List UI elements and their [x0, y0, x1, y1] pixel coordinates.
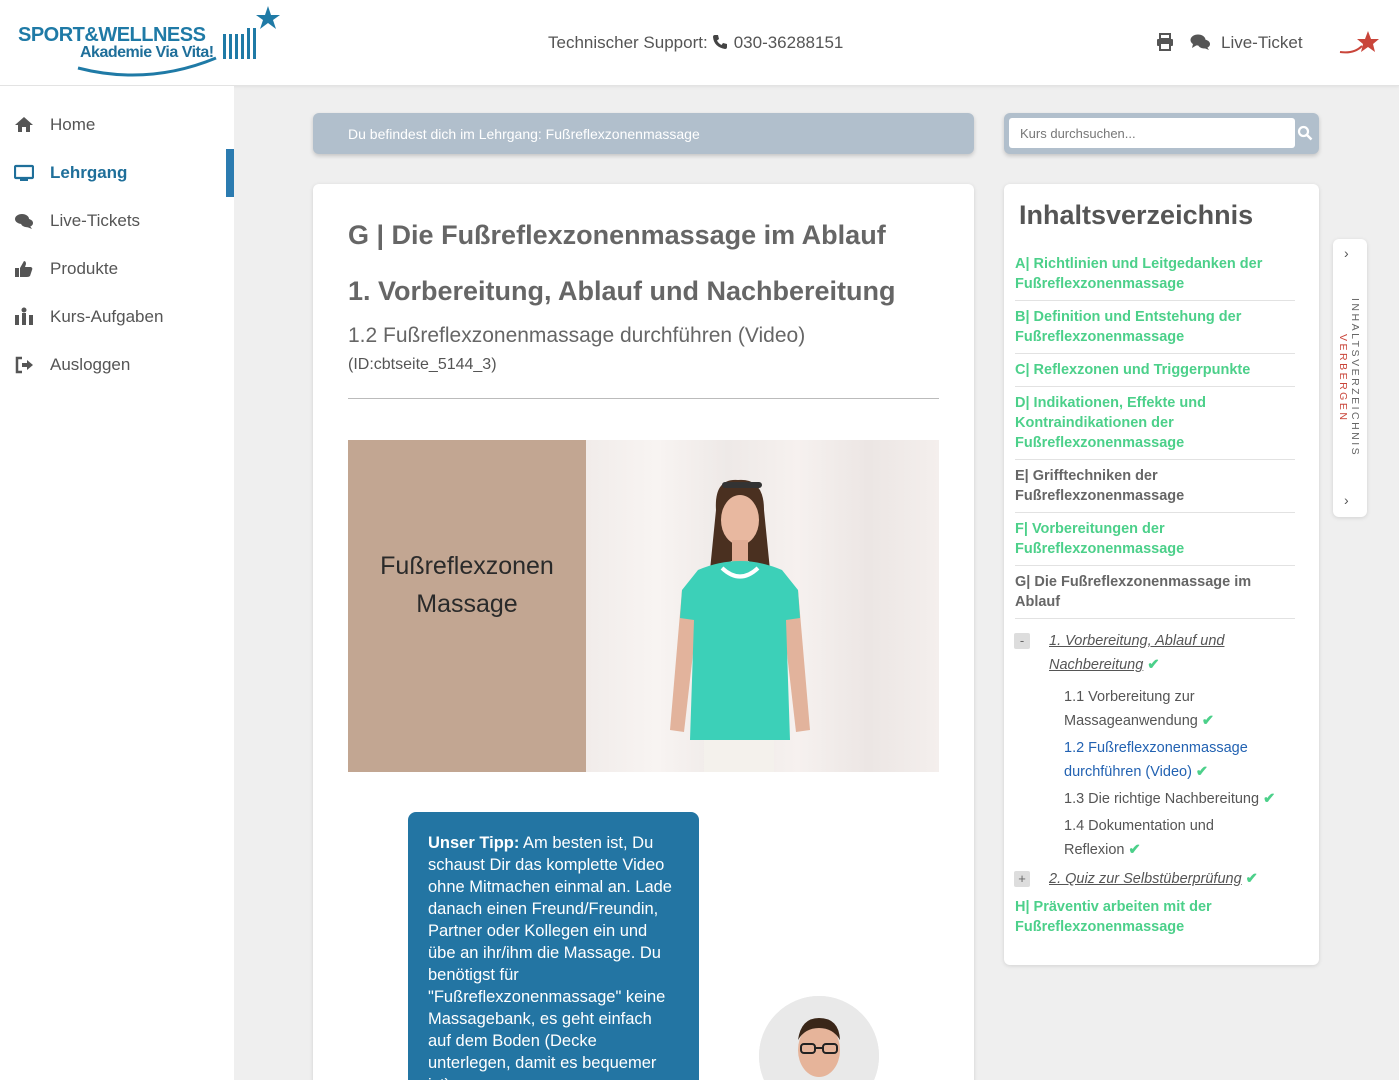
section-title: 1. Vorbereitung, Ablauf und Nachbereitun…	[348, 276, 896, 306]
chevron-right-icon[interactable]: ›	[1344, 245, 1356, 261]
toc-page-1-2[interactable]: 1.2 Fußreflexzonenmassage durchführen (V…	[1064, 736, 1269, 784]
toc-page-1-1[interactable]: 1.1 Vorbereitung zur Massageanwendung ✔	[1064, 685, 1264, 733]
hide-label[interactable]: VERBERGEN	[1337, 334, 1349, 422]
instructor-figure	[670, 479, 810, 772]
collapse-toggle[interactable]: -	[1014, 633, 1030, 649]
toc-section-1[interactable]: 1. Vorbereitung, Ablauf und Nachbereitun…	[1049, 629, 1249, 677]
live-ticket-link[interactable]: Live-Ticket	[1221, 33, 1303, 53]
tip-text: Am besten ist, Du schaust Dir das komple…	[428, 834, 672, 1080]
sign-out-icon	[15, 356, 33, 374]
sidebar-item-ausloggen[interactable]: Ausloggen	[0, 341, 234, 389]
toc-page-1-3[interactable]: 1.3 Die richtige Nachbereitung ✔	[1064, 787, 1304, 811]
sidebar-item-label: Produkte	[50, 259, 119, 278]
sidebar-item-kurs-aufgaben[interactable]: Kurs-Aufgaben	[0, 293, 234, 341]
toc-title: Inhaltsverzeichnis	[1019, 200, 1254, 230]
video-title-line-2: Massage	[416, 590, 518, 618]
toc-divider	[1015, 300, 1295, 301]
video-player[interactable]: Fußreflexzonen Massage	[348, 440, 939, 772]
support-label: Technischer Support:	[548, 33, 708, 52]
toc-section-label[interactable]: 2. Quiz zur Selbstüberprüfung	[1049, 871, 1242, 887]
thumbs-up-icon	[15, 261, 33, 277]
page-id: (ID:cbtseite_5144_3)	[348, 356, 497, 373]
toc-chapter-f[interactable]: F| Vorbereitungen der Fußreflexzonenmass…	[1015, 519, 1295, 559]
toc-section-2[interactable]: 2. Quiz zur Selbstüberprüfung ✔	[1049, 867, 1299, 891]
toc-chapter-e[interactable]: E| Grifftechniken der Fußreflexzonenmass…	[1015, 466, 1295, 506]
toc-chapter-c[interactable]: C| Reflexzonen und Triggerpunkte	[1015, 360, 1295, 380]
breadcrumb: Du befindest dich im Lehrgang: Fußreflex…	[313, 113, 974, 154]
logo-graphic	[77, 6, 280, 77]
support-phone[interactable]: 030-36288151	[734, 33, 844, 52]
sidebar-item-produkte[interactable]: Produkte	[0, 245, 234, 293]
toc-page-label: 1.2 Fußreflexzonenmassage durchführen (V…	[1064, 740, 1248, 780]
toc-chapter-g[interactable]: G| Die Fußreflexzonenmassage im Ablauf	[1015, 572, 1295, 612]
chapter-title: G | Die Fußreflexzonenmassage im Ablauf	[348, 220, 886, 250]
toc-divider	[1015, 459, 1295, 460]
toc-chapter-d[interactable]: D| Indikationen, Effekte und Kontraindik…	[1015, 393, 1295, 453]
technical-support: Technischer Support: 030-36288151	[548, 33, 843, 53]
toc-divider	[1015, 386, 1295, 387]
sidebar: Home Lehrgang Live-Tickets Produkte Kurs…	[0, 86, 234, 1080]
sidebar-item-live-tickets[interactable]: Live-Tickets	[0, 197, 234, 245]
video-frame	[586, 440, 939, 772]
tasks-icon	[15, 307, 33, 325]
toc-chapter-b[interactable]: B| Definition und Entstehung der Fußrefl…	[1015, 307, 1295, 347]
comments-icon	[15, 214, 33, 229]
course-search	[1004, 113, 1319, 154]
comments-icon[interactable]	[1190, 33, 1211, 51]
tip-bubble: Unser Tipp: Am besten ist, Du schaust Di…	[408, 812, 699, 1080]
check-icon: ✔	[1195, 764, 1209, 780]
check-icon: ✔	[1128, 842, 1141, 858]
sidebar-item-label: Lehrgang	[50, 163, 128, 182]
sidebar-item-label: Kurs-Aufgaben	[50, 307, 164, 326]
toc-toggle-text: INHALTSVERZEICHNIS	[1349, 298, 1361, 458]
toc-section-label[interactable]: 1. Vorbereitung, Ablauf und Nachbereitun…	[1049, 633, 1224, 673]
sidebar-item-home[interactable]: Home	[0, 101, 234, 149]
check-icon: ✔	[1147, 657, 1160, 673]
divider	[348, 398, 939, 399]
check-icon: ✔	[1201, 713, 1214, 729]
avatar	[759, 996, 879, 1080]
tip-label: Unser Tipp:	[428, 834, 520, 852]
toc-divider	[1015, 512, 1295, 513]
video-title-line-1: Fußreflexzonen	[380, 552, 554, 580]
avatar-portrait	[759, 996, 879, 1080]
search-icon[interactable]	[1297, 125, 1313, 141]
chevron-right-icon[interactable]: ›	[1344, 492, 1356, 508]
monitor-icon	[14, 164, 34, 181]
logo[interactable]: SPORT&WELLNESS Akademie Via Vita!	[18, 6, 288, 81]
top-header: SPORT&WELLNESS Akademie Via Vita! Techni…	[0, 0, 1399, 86]
toc-toggle-label: INHALTSVERZEICHNIS VERBERGEN	[1337, 269, 1361, 487]
breadcrumb-text: Du befindest dich im Lehrgang: Fußreflex…	[348, 126, 700, 142]
expand-toggle[interactable]: +	[1014, 871, 1030, 887]
home-icon	[15, 117, 33, 132]
page-title: 1.2 Fußreflexzonenmassage durchführen (V…	[348, 324, 806, 347]
sidebar-item-label: Home	[50, 115, 96, 134]
sidebar-item-lehrgang[interactable]: Lehrgang	[0, 149, 234, 197]
toc-divider	[1015, 565, 1295, 566]
toc-divider	[1015, 618, 1295, 619]
content-card: G | Die Fußreflexzonenmassage im Ablauf …	[313, 184, 974, 1080]
print-icon[interactable]	[1156, 33, 1174, 51]
video-title-panel: Fußreflexzonen Massage	[348, 440, 586, 772]
search-input[interactable]	[1009, 118, 1295, 148]
toc-page-1-4[interactable]: 1.4 Dokumentation und Reflexion ✔	[1064, 814, 1244, 862]
toc-chapter-h[interactable]: H| Präventiv arbeiten mit der Fußreflexz…	[1015, 897, 1295, 937]
check-icon: ✔	[1245, 871, 1258, 887]
toc-toggle-tab[interactable]: › INHALTSVERZEICHNIS VERBERGEN ›	[1333, 239, 1367, 517]
toc-page-label: 1.3 Die richtige Nachbereitung	[1064, 791, 1260, 807]
star-logo-icon	[1339, 31, 1379, 54]
toc-chapter-a[interactable]: A| Richtlinien und Leitgedanken der Fußr…	[1015, 254, 1295, 294]
check-icon: ✔	[1263, 791, 1276, 807]
sidebar-item-label: Live-Tickets	[50, 211, 141, 230]
phone-icon	[712, 35, 727, 49]
toc-page-label: 1.1 Vorbereitung zur Massageanwendung	[1064, 689, 1198, 729]
sidebar-item-label: Ausloggen	[50, 355, 131, 374]
toc-divider	[1015, 353, 1295, 354]
table-of-contents: Inhaltsverzeichnis A| Richtlinien und Le…	[1004, 184, 1319, 965]
